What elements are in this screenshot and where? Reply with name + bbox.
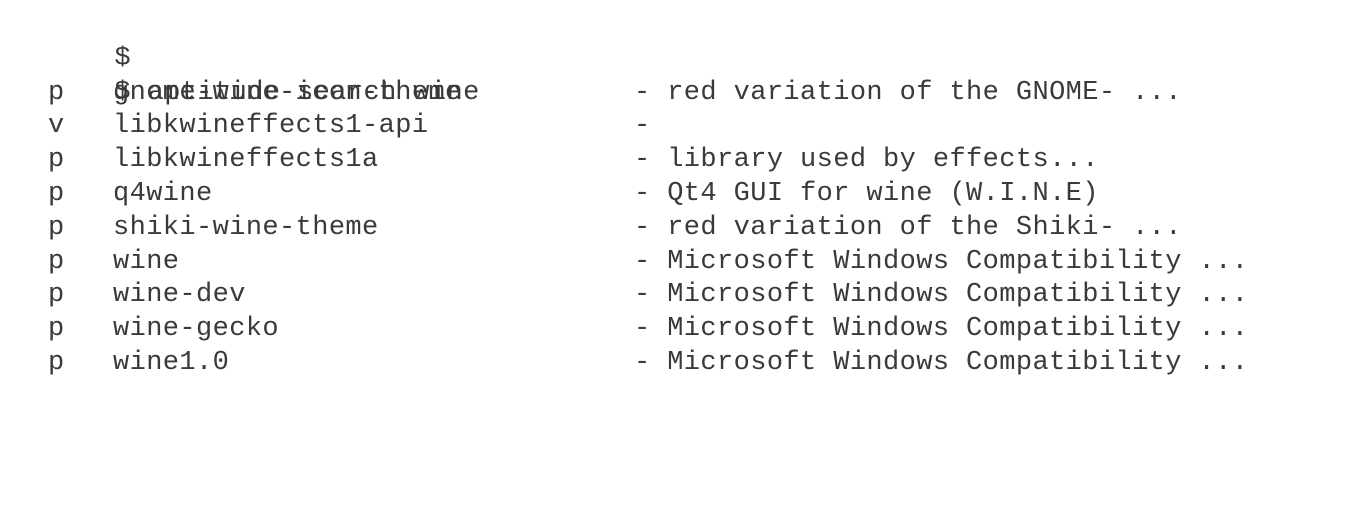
result-row: p wine - Microsoft Windows Compatibility…: [48, 246, 1338, 280]
package-name: gnome-wine-icon-theme: [113, 77, 462, 108]
package-status: p: [48, 314, 65, 345]
result-row: p wine-dev - Microsoft Windows Compatibi…: [48, 279, 1338, 313]
package-status: p: [48, 212, 65, 243]
package-status: p: [48, 280, 65, 311]
package-name: wine1.0: [113, 347, 230, 378]
package-name: wine: [113, 246, 180, 277]
result-row: p shiki-wine-theme - red variation of th…: [48, 212, 1338, 246]
result-row: v libkwineffects1-api -: [48, 110, 1338, 144]
package-status: p: [48, 347, 65, 378]
package-description: -: [634, 111, 651, 142]
package-name: wine-dev: [113, 280, 246, 311]
package-name: shiki-wine-theme: [113, 212, 379, 243]
prompt-line: $: [48, 9, 1338, 74]
package-status: v: [48, 111, 65, 142]
result-row: p wine1.0 - Microsoft Windows Compatibil…: [48, 347, 1338, 381]
package-status: p: [48, 178, 65, 209]
package-description: - red variation of the Shiki- ...: [634, 212, 1182, 243]
package-name: wine-gecko: [113, 314, 280, 345]
result-row: p wine-gecko - Microsoft Windows Compati…: [48, 313, 1338, 347]
package-name: q4wine: [113, 178, 213, 209]
package-description: - Qt4 GUI for wine (W.I.N.E): [634, 178, 1099, 209]
package-status: p: [48, 77, 65, 108]
result-row: p libkwineffects1a - library used by eff…: [48, 144, 1338, 178]
command-line: $ aptitude search wine: [48, 43, 1338, 108]
package-status: p: [48, 145, 65, 176]
package-description: - red variation of the GNOME- ...: [634, 77, 1182, 108]
package-name: libkwineffects1a: [113, 145, 379, 176]
package-description: - Microsoft Windows Compatibility ...: [634, 347, 1249, 378]
package-status: p: [48, 246, 65, 277]
result-row: p q4wine - Qt4 GUI for wine (W.I.N.E): [48, 178, 1338, 212]
package-description: - Microsoft Windows Compatibility ...: [634, 314, 1249, 345]
package-description: - Microsoft Windows Compatibility ...: [634, 246, 1249, 277]
package-description: - Microsoft Windows Compatibility ...: [634, 280, 1249, 311]
result-row: p gnome-wine-icon-theme - red variation …: [48, 77, 1338, 111]
package-description: - library used by effects...: [634, 145, 1099, 176]
terminal-output: $ $ aptitude search wine p gnome-wine-ic…: [48, 9, 1338, 381]
package-name: libkwineffects1-api: [113, 111, 429, 142]
